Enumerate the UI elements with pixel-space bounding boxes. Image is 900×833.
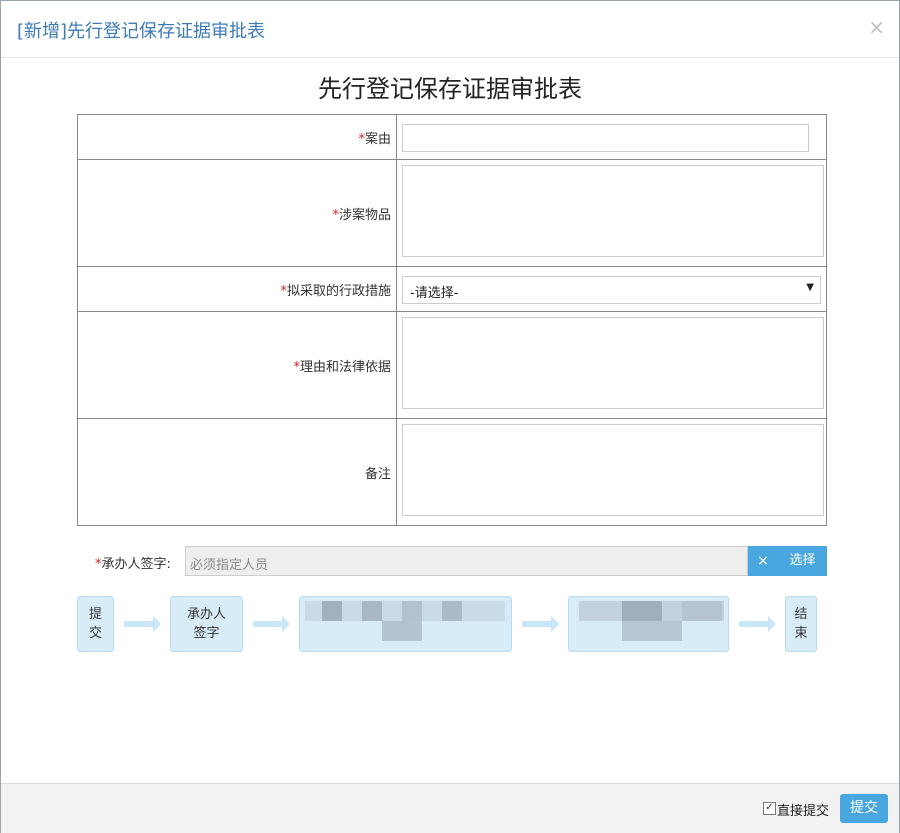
- flow-arrow: [253, 616, 290, 632]
- items-label: *涉案物品: [77, 159, 397, 267]
- row-remarks: 备注: [77, 418, 827, 526]
- close-icon[interactable]: ×: [868, 15, 885, 39]
- remarks-textarea[interactable]: [402, 424, 824, 516]
- case-cause-input[interactable]: [402, 123, 809, 152]
- signer-label: *承办人签字:: [95, 553, 171, 572]
- case-cause-label-text: 案由: [364, 131, 391, 147]
- clear-signer-button[interactable]: ×: [748, 546, 778, 576]
- remarks-cell: [396, 418, 827, 526]
- submit-button[interactable]: 提交: [840, 794, 888, 823]
- items-label-text: 涉案物品: [338, 207, 391, 223]
- dropdown-arrow-icon: ▼: [806, 281, 814, 293]
- case-cause-label: *案由: [77, 114, 397, 160]
- flow-node-end: 结 束: [785, 596, 817, 652]
- flow-arrow: [522, 616, 559, 632]
- flow-node-redacted-2: [568, 596, 729, 652]
- row-case-cause: *案由: [77, 114, 827, 160]
- direct-submit-label: 直接提交: [777, 804, 830, 819]
- flow-node-handler-sign: 承办人 签字: [170, 596, 243, 652]
- reason-label: *理由和法律依据: [77, 311, 397, 419]
- items-cell: [396, 159, 827, 267]
- measure-select-value: -请选择-: [410, 285, 459, 301]
- signer-label-text: 承办人签字:: [101, 557, 171, 572]
- dialog-footer: ✓ 直接提交 提交: [1, 783, 899, 833]
- measure-cell: -请选择- ▼: [396, 266, 827, 312]
- remarks-label: 备注: [77, 418, 397, 526]
- case-cause-cell: [396, 114, 827, 160]
- redacted-text-1: [305, 601, 507, 643]
- measure-select[interactable]: -请选择- ▼: [402, 275, 821, 304]
- flow-node-submit: 提 交: [77, 596, 114, 652]
- measure-label: *拟采取的行政措施: [77, 266, 397, 312]
- dialog-header: [新增]先行登记保存证据审批表 ×: [1, 1, 899, 58]
- dialog-title: [新增]先行登记保存证据审批表: [17, 21, 266, 42]
- dialog: [新增]先行登记保存证据审批表 × 先行登记保存证据审批表 *案由 *涉案物品 …: [0, 0, 900, 833]
- row-items: *涉案物品: [77, 159, 827, 267]
- flow-node-redacted-1: [299, 596, 512, 652]
- row-measure: *拟采取的行政措施 -请选择- ▼: [77, 266, 827, 312]
- reason-label-text: 理由和法律依据: [299, 359, 391, 375]
- measure-label-text: 拟采取的行政措施: [286, 283, 391, 299]
- select-signer-button[interactable]: 选择: [778, 546, 827, 576]
- signer-input[interactable]: 必须指定人员: [185, 546, 748, 576]
- direct-submit-checkbox[interactable]: ✓: [763, 802, 776, 815]
- signer-placeholder: 必须指定人员: [190, 558, 269, 573]
- reason-cell: [396, 311, 827, 419]
- flow-arrow: [124, 616, 161, 632]
- flow-arrow: [739, 616, 776, 632]
- reason-textarea[interactable]: [402, 317, 824, 409]
- items-textarea[interactable]: [402, 165, 824, 257]
- form-title: 先行登记保存证据审批表: [318, 75, 582, 103]
- signer-row: *承办人签字: 必须指定人员 × 选择: [77, 546, 827, 576]
- approval-form-table: *案由 *涉案物品 *拟采取的行政措施 -请选择- ▼ *理由和法律依据 备注: [77, 114, 827, 526]
- redacted-text-2: [579, 601, 727, 643]
- row-reason: *理由和法律依据: [77, 311, 827, 419]
